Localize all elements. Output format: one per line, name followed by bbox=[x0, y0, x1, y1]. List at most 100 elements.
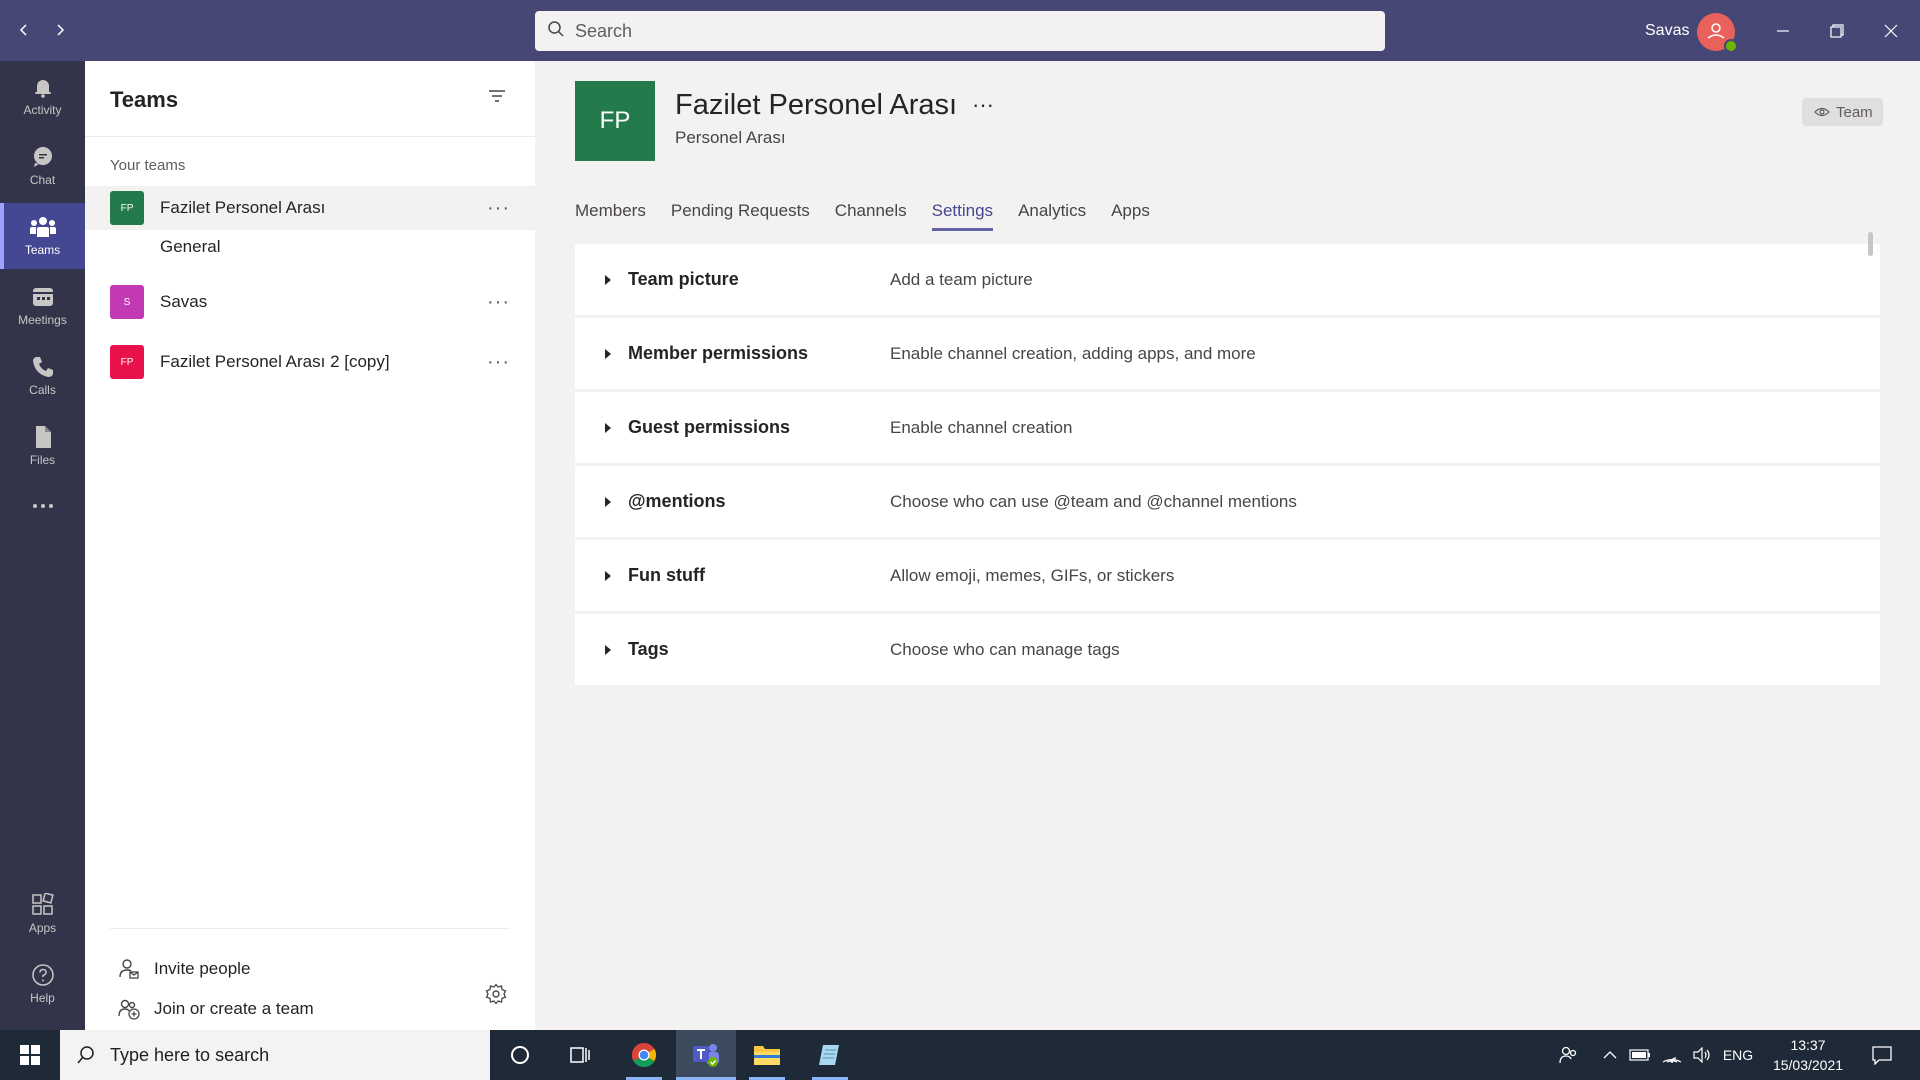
invite-people-link[interactable]: Invite people bbox=[118, 958, 250, 980]
rail-item-meetings[interactable]: Meetings bbox=[0, 273, 85, 339]
tab-members[interactable]: Members bbox=[575, 201, 646, 231]
rail-item-chat[interactable]: Chat bbox=[0, 133, 85, 199]
taskbar-notepad[interactable] bbox=[800, 1030, 860, 1080]
phone-icon bbox=[32, 357, 53, 377]
tab-apps[interactable]: Apps bbox=[1111, 201, 1150, 231]
volume-icon[interactable] bbox=[1688, 1030, 1716, 1080]
settings-row-tags[interactable]: Tags Choose who can manage tags bbox=[575, 614, 1880, 685]
search-placeholder: Search bbox=[575, 20, 633, 41]
search-icon bbox=[547, 20, 565, 43]
team-badge: FP bbox=[110, 345, 144, 379]
rail-item-calls[interactable]: Calls bbox=[0, 343, 85, 409]
team-avatar: FP bbox=[575, 81, 655, 161]
rail-item-label: Meetings bbox=[18, 313, 67, 327]
close-icon bbox=[1884, 24, 1898, 38]
teams-app-icon bbox=[693, 1044, 719, 1067]
taskbar-chrome[interactable] bbox=[614, 1030, 674, 1080]
rail-item-files[interactable]: Files bbox=[0, 413, 85, 479]
team-item-fazilet-copy[interactable]: FP Fazilet Personel Arası 2 [copy] ··· bbox=[85, 340, 535, 384]
caret-right-icon bbox=[605, 570, 611, 581]
scrollbar[interactable] bbox=[1868, 232, 1873, 256]
caret-right-icon bbox=[605, 348, 611, 359]
more-icon bbox=[32, 504, 53, 508]
tab-channels[interactable]: Channels bbox=[835, 201, 907, 231]
settings-description: Choose who can use @team and @channel me… bbox=[890, 491, 1297, 511]
tab-analytics[interactable]: Analytics bbox=[1018, 201, 1086, 231]
avatar[interactable] bbox=[1697, 13, 1738, 53]
chrome-icon bbox=[631, 1043, 657, 1068]
search-input[interactable]: Search bbox=[535, 11, 1385, 51]
join-create-label: Join or create a team bbox=[154, 999, 314, 1018]
more-options-icon[interactable]: ··· bbox=[487, 351, 510, 374]
taskbar-search-placeholder: Type here to search bbox=[110, 1044, 270, 1065]
cortana-button[interactable] bbox=[490, 1030, 550, 1080]
app-rail: Activity Chat Teams Meetings Calls Files… bbox=[0, 61, 85, 1080]
channel-item-general[interactable]: General bbox=[160, 237, 220, 257]
folder-icon bbox=[754, 1046, 780, 1065]
team-visibility-badge[interactable]: Team bbox=[1802, 98, 1883, 126]
settings-title: Team picture bbox=[628, 269, 739, 289]
settings-row-guest-permissions[interactable]: Guest permissions Enable channel creatio… bbox=[575, 392, 1880, 463]
team-name: Fazilet Personel Arası 2 [copy] bbox=[160, 352, 390, 371]
forward-arrow-icon[interactable] bbox=[48, 18, 72, 42]
chevron-up-icon[interactable] bbox=[1598, 1030, 1622, 1080]
minimize-button[interactable] bbox=[1768, 16, 1798, 46]
rail-item-label: Files bbox=[29, 453, 56, 467]
more-options-icon[interactable]: ··· bbox=[972, 92, 994, 118]
settings-row-fun-stuff[interactable]: Fun stuff Allow emoji, memes, GIFs, or s… bbox=[575, 540, 1880, 611]
rail-item-help[interactable]: Help bbox=[0, 951, 85, 1017]
taskbar-search-input[interactable]: Type here to search bbox=[60, 1030, 490, 1080]
language-indicator[interactable]: ENG bbox=[1718, 1030, 1758, 1080]
presence-available-icon bbox=[1724, 39, 1738, 53]
team-name: Fazilet Personel Arası bbox=[160, 198, 326, 217]
rail-item-teams[interactable]: Teams bbox=[0, 203, 85, 269]
teams-list-panel: Teams Your teams FP Fazilet Personel Ara… bbox=[85, 61, 535, 1030]
clock-date: 15/03/2021 bbox=[1772, 1057, 1844, 1073]
settings-description: Allow emoji, memes, GIFs, or stickers bbox=[890, 565, 1175, 585]
bell-icon bbox=[34, 80, 51, 98]
settings-row-mentions[interactable]: @mentions Choose who can use @team and @… bbox=[575, 466, 1880, 537]
start-button[interactable] bbox=[0, 1030, 60, 1080]
taskbar-file-explorer[interactable] bbox=[737, 1030, 797, 1080]
rail-item-label: Apps bbox=[28, 921, 57, 935]
close-button[interactable] bbox=[1876, 16, 1906, 46]
taskbar-teams[interactable] bbox=[676, 1030, 736, 1080]
more-options-icon[interactable]: ··· bbox=[487, 197, 510, 220]
rail-item-apps[interactable]: Apps bbox=[0, 881, 85, 947]
team-item-savas[interactable]: S Savas ··· bbox=[85, 280, 535, 324]
battery-icon[interactable] bbox=[1626, 1030, 1654, 1080]
search-icon bbox=[77, 1046, 94, 1064]
task-view-button[interactable] bbox=[550, 1030, 610, 1080]
teams-icon bbox=[29, 217, 56, 237]
section-label: Your teams bbox=[110, 157, 186, 174]
more-options-icon[interactable]: ··· bbox=[487, 291, 510, 314]
windows-taskbar: Type here to search ENG 13:37 15/03/2021 bbox=[0, 1030, 1920, 1080]
invite-people-label: Invite people bbox=[154, 959, 251, 978]
divider bbox=[85, 136, 535, 137]
help-icon bbox=[31, 964, 54, 986]
settings-title: Fun stuff bbox=[628, 565, 705, 585]
filter-icon[interactable] bbox=[488, 89, 506, 108]
chat-icon bbox=[33, 147, 52, 167]
tab-settings[interactable]: Settings bbox=[931, 201, 994, 231]
rail-item-more[interactable] bbox=[0, 483, 85, 533]
settings-description: Enable channel creation, adding apps, an… bbox=[890, 343, 1256, 363]
caret-right-icon bbox=[605, 422, 611, 433]
gear-icon[interactable] bbox=[485, 983, 507, 1010]
join-create-team-link[interactable]: Join or create a team bbox=[118, 998, 314, 1020]
people-icon[interactable] bbox=[1550, 1030, 1586, 1080]
user-name: Savas bbox=[1645, 22, 1690, 39]
system-clock[interactable]: 13:37 15/03/2021 bbox=[1763, 1035, 1853, 1075]
rail-item-label: Help bbox=[30, 991, 55, 1005]
language-label: ENG bbox=[1722, 1047, 1754, 1063]
team-item-fazilet[interactable]: FP Fazilet Personel Arası ··· bbox=[85, 186, 535, 230]
divider bbox=[110, 928, 510, 929]
rail-item-activity[interactable]: Activity bbox=[0, 63, 85, 129]
back-arrow-icon[interactable] bbox=[12, 18, 36, 42]
wifi-icon[interactable] bbox=[1658, 1030, 1686, 1080]
notification-icon[interactable] bbox=[1862, 1030, 1902, 1080]
settings-row-member-permissions[interactable]: Member permissions Enable channel creati… bbox=[575, 318, 1880, 389]
tab-pending-requests[interactable]: Pending Requests bbox=[671, 201, 810, 231]
restore-button[interactable] bbox=[1822, 16, 1852, 46]
settings-row-team-picture[interactable]: Team picture Add a team picture bbox=[575, 244, 1880, 315]
